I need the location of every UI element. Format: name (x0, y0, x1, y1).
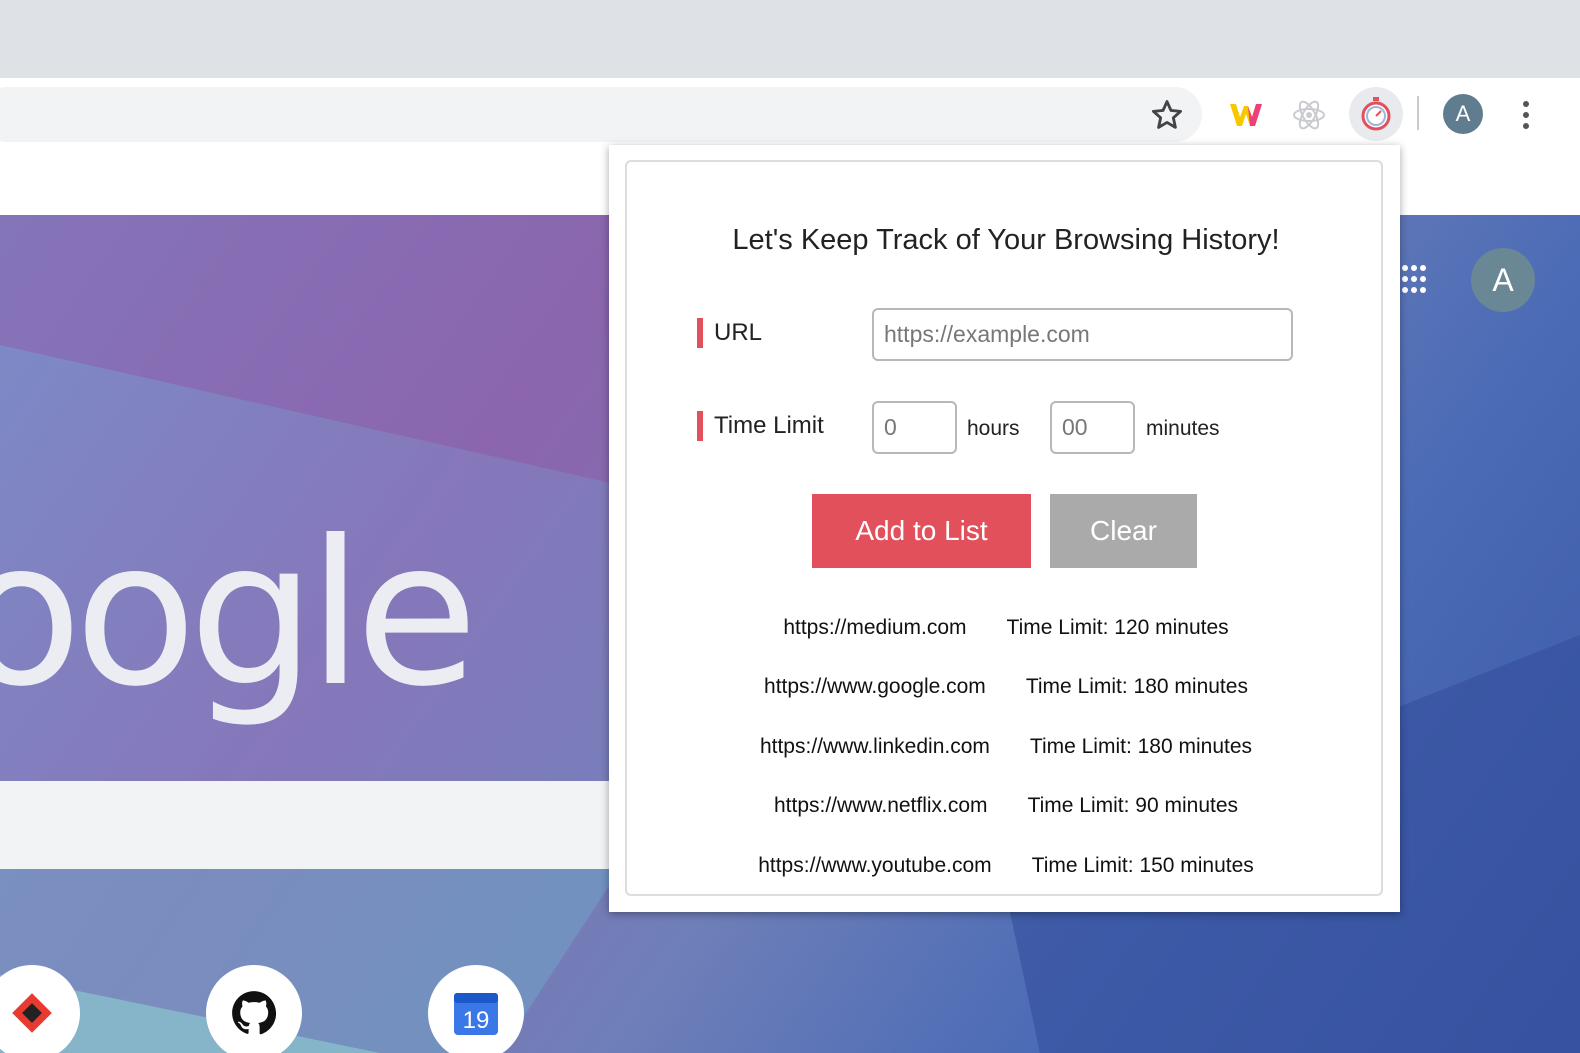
list-item: https://www.linkedin.com Time Limit: 180… (627, 717, 1385, 777)
popup-heading: Let's Keep Track of Your Browsing Histor… (732, 224, 1280, 256)
entry-url: https://www.youtube.com (758, 853, 992, 877)
toolbar-separator (1417, 96, 1419, 130)
minutes-unit-label: minutes (1146, 417, 1220, 440)
calendar-day: 19 (463, 1007, 490, 1034)
time-limit-label: Time Limit (697, 411, 824, 441)
timer-extension-icon[interactable] (1349, 87, 1403, 141)
entry-time-limit: Time Limit: 180 minutes (1025, 675, 1248, 699)
clear-button[interactable]: Clear (1050, 494, 1197, 568)
tab-strip (0, 0, 1580, 78)
w-extension-icon[interactable] (1225, 94, 1267, 136)
entry-time-limit: Time Limit: 180 minutes (1029, 734, 1253, 758)
tracked-sites-list: https://medium.com Time Limit: 120 minut… (627, 598, 1385, 896)
minutes-input[interactable] (1050, 401, 1135, 454)
url-label: URL (697, 318, 762, 348)
popup-card: Let's Keep Track of Your Browsing Histor… (625, 160, 1383, 896)
entry-url: https://medium.com (783, 615, 967, 639)
time-limit-label-text: Time Limit (714, 412, 824, 439)
extension-popup: Let's Keep Track of Your Browsing Histor… (609, 145, 1400, 912)
star-icon[interactable] (1148, 96, 1186, 134)
github-icon (232, 991, 277, 1035)
toolbar (0, 78, 1580, 150)
ntp-profile-avatar[interactable]: A (1471, 248, 1535, 312)
list-item: https://www.youtube.com Time Limit: 150 … (627, 836, 1385, 896)
entry-time-limit: Time Limit: 90 minutes (1027, 794, 1239, 818)
label-accent-bar (697, 318, 703, 348)
apps-grid-icon[interactable] (1400, 262, 1428, 296)
entry-url: https://www.netflix.com (773, 794, 988, 818)
shortcut-tile[interactable] (206, 965, 302, 1053)
entry-time-limit: Time Limit: 150 minutes (1031, 853, 1254, 877)
hours-input[interactable] (872, 401, 957, 454)
url-input[interactable] (872, 308, 1293, 361)
shortcut-tile[interactable]: 19 (428, 965, 524, 1053)
diamond-logo-icon (12, 993, 52, 1033)
entry-url: https://www.linkedin.com (759, 734, 990, 758)
google-logo: oogle (0, 498, 478, 731)
calendar-icon: 19 (454, 993, 498, 1035)
react-extension-icon[interactable] (1288, 94, 1330, 136)
label-accent-bar (697, 411, 703, 441)
profile-avatar[interactable]: A (1443, 94, 1483, 134)
address-bar[interactable] (0, 87, 1202, 142)
entry-time-limit: Time Limit: 120 minutes (1006, 615, 1229, 639)
entry-url: https://www.google.com (764, 675, 986, 699)
add-to-list-button[interactable]: Add to List (812, 494, 1031, 568)
hours-unit-label: hours (967, 417, 1020, 440)
list-item: https://www.google.com Time Limit: 180 m… (627, 658, 1385, 718)
list-item: https://www.netflix.com Time Limit: 90 m… (627, 777, 1385, 837)
menu-dots-icon[interactable] (1516, 98, 1536, 132)
list-item: https://medium.com Time Limit: 120 minut… (627, 598, 1385, 658)
search-box[interactable] (0, 781, 620, 869)
url-label-text: URL (714, 319, 763, 346)
